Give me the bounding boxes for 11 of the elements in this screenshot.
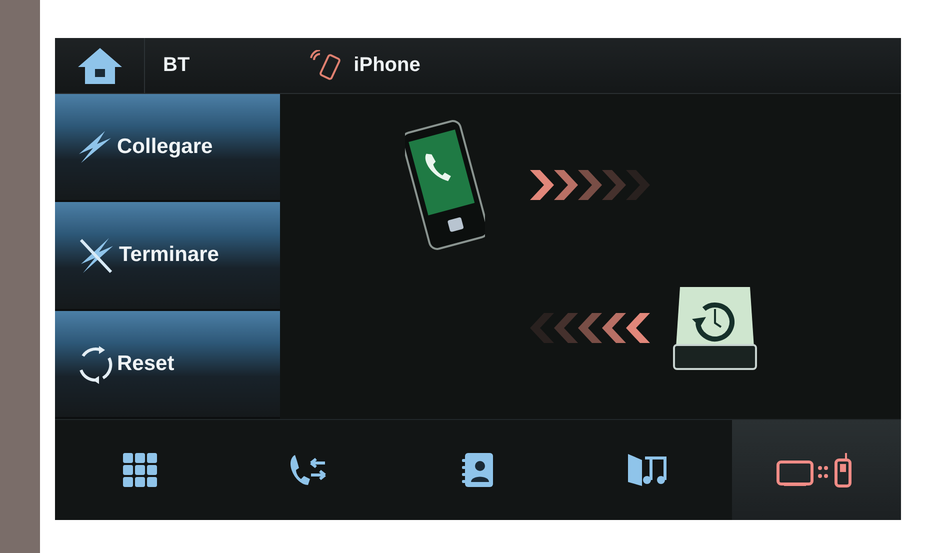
- address-book-icon: [461, 452, 495, 488]
- side-menu-button[interactable]: Collegare: [55, 94, 280, 202]
- device-name: iPhone: [354, 54, 420, 77]
- section-title: BT: [163, 54, 190, 77]
- keypad-icon: [122, 453, 157, 487]
- music-note-icon: [627, 452, 668, 488]
- side-menu-button[interactable]: Reset: [55, 310, 280, 419]
- bottom-tab[interactable]: [732, 420, 902, 520]
- phone-arrows-icon: [288, 453, 329, 487]
- side-menu-button[interactable]: Terminare: [55, 202, 280, 311]
- home-icon: [76, 46, 122, 84]
